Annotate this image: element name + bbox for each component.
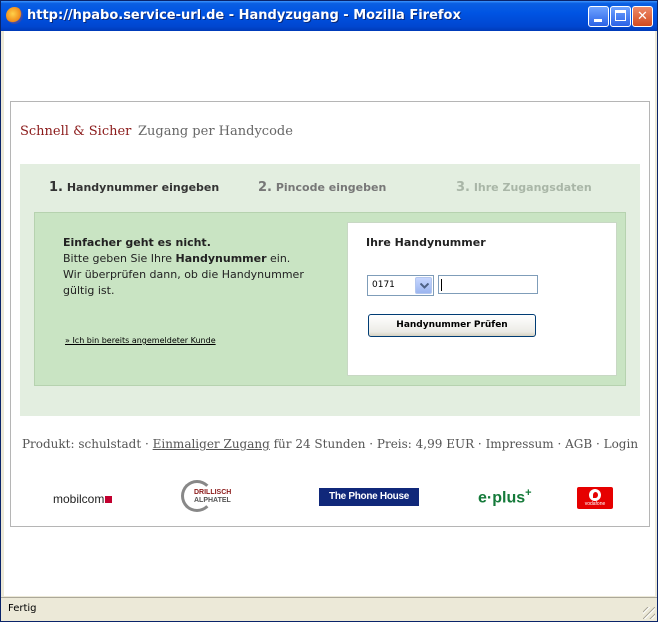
resize-grip-icon[interactable]: [643, 607, 655, 619]
step-1-number: 1.: [49, 180, 63, 195]
maximize-icon: [615, 10, 626, 21]
form-title: Ihre Handynummer: [366, 236, 486, 249]
phone-number-input[interactable]: [438, 275, 538, 294]
mobilcom-logo: mobilcom: [53, 492, 113, 506]
page-subtitle: Zugang per Handycode: [138, 124, 293, 139]
intro-line-1: Bitte geben Sie Ihre Handynummer ein.: [63, 251, 323, 267]
step-2-label: Pincode eingeben: [275, 181, 387, 194]
impressum-link[interactable]: Impressum: [486, 437, 554, 451]
prefix-value: 0171: [372, 280, 395, 290]
intro-line-1-pre: Bitte geben Sie Ihre: [63, 252, 176, 265]
intro-line-1-post: ein.: [266, 252, 291, 265]
step-1-label: Handynummer eingeben: [66, 181, 220, 194]
price-label: Preis: 4,99 EUR: [376, 437, 475, 451]
drillisch-ring-icon: [181, 480, 213, 512]
brand-title: Schnell & Sicher: [20, 124, 132, 139]
intro-line-1-bold: Handynummer: [175, 252, 267, 265]
step-3: 3. Ihre Zugangsdaten: [456, 180, 592, 195]
close-icon: ✕: [637, 9, 648, 24]
drillisch-logo: DRILLISCH ALPHATEL: [181, 480, 253, 514]
minimize-button[interactable]: [588, 6, 609, 27]
login-frame: Schnell & Sicher Zugang per Handycode 1.…: [10, 101, 650, 527]
mobilcom-text: mobilcom: [53, 492, 105, 506]
login-link[interactable]: Login: [604, 437, 638, 451]
separator: ·: [474, 437, 486, 451]
step-3-label: Ihre Zugangsdaten: [473, 181, 592, 194]
minimize-icon: [594, 19, 602, 22]
mobilcom-square-icon: [105, 496, 113, 503]
prefix-select[interactable]: 0171: [367, 275, 434, 296]
status-bar: Fertig: [1, 597, 657, 621]
firefox-icon: [6, 7, 23, 24]
registered-customer-link[interactable]: » Ich bin bereits angemeldeter Kunde: [65, 336, 216, 345]
eplus-logo: e·plus+: [478, 487, 532, 507]
step-2-number: 2.: [258, 180, 272, 195]
phone-form-panel: Ihre Handynummer 0171 Handynummer Prüfen: [347, 222, 617, 376]
eplus-text: e·plus: [478, 489, 526, 507]
intro-heading: Einfacher geht es nicht.: [63, 236, 211, 249]
page-content: Schnell & Sicher Zugang per Handycode 1.…: [4, 31, 655, 596]
chevron-down-icon[interactable]: [415, 277, 432, 294]
phonehouse-logo: The Phone House: [319, 488, 419, 506]
step-content-box: Einfacher geht es nicht. Bitte geben Sie…: [34, 212, 626, 386]
title-bar[interactable]: http://hpabo.service-url.de - Handyzugan…: [1, 1, 657, 31]
step-2: 2. Pincode eingeben: [258, 180, 386, 195]
check-number-button[interactable]: Handynummer Prüfen: [368, 314, 536, 337]
separator: ·: [553, 437, 566, 451]
status-text: Fertig: [8, 603, 37, 614]
product-label: Produkt: schulstadt: [21, 437, 142, 451]
separator: ·: [592, 437, 604, 451]
intro-line-2: Wir überprüfen dann, ob die Handynummer …: [63, 268, 304, 297]
eplus-plus: +: [525, 487, 532, 499]
alphatel-text: ALPHATEL: [194, 497, 231, 504]
vodafone-logo: vodafone: [577, 487, 613, 509]
vodafone-text: vodafone: [584, 501, 606, 507]
window-title: http://hpabo.service-url.de - Handyzugan…: [27, 8, 461, 23]
separator: ·: [141, 437, 153, 451]
drillisch-text: DRILLISCH: [194, 489, 232, 496]
footer-links: Produkt: schulstadt · Einmaliger Zugang …: [11, 437, 649, 451]
agb-link[interactable]: AGB: [565, 437, 592, 451]
steps-area: 1. Handynummer eingeben 2. Pincode einge…: [20, 164, 640, 416]
separator: ·: [365, 437, 377, 451]
close-button[interactable]: ✕: [632, 6, 653, 27]
carrier-logos: mobilcom DRILLISCH ALPHATEL The Phone Ho…: [11, 478, 649, 518]
single-access-link[interactable]: Einmaliger Zugang: [153, 437, 270, 451]
maximize-button[interactable]: [610, 6, 631, 27]
browser-window: http://hpabo.service-url.de - Handyzugan…: [0, 0, 658, 622]
access-duration: für 24 Stunden: [269, 437, 366, 451]
text-caret: [441, 279, 442, 291]
intro-text: Einfacher geht es nicht. Bitte geben Sie…: [63, 235, 323, 299]
vodafone-speechmark-icon: [589, 489, 601, 501]
step-1: 1. Handynummer eingeben: [49, 180, 219, 195]
step-3-number: 3.: [456, 180, 470, 195]
